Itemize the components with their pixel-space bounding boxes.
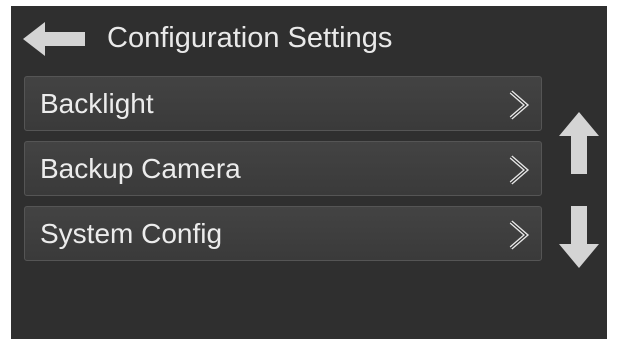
page-title: Configuration Settings xyxy=(107,22,393,54)
menu-item-backlight[interactable]: Backlight xyxy=(24,76,542,131)
arrow-up-icon xyxy=(559,112,599,174)
chevron-right-icon xyxy=(509,220,530,250)
menu-item-label: System Config xyxy=(40,218,223,249)
arrow-left-icon xyxy=(23,22,85,56)
header: Configuration Settings xyxy=(11,6,607,70)
menu-item-label: Backup Camera xyxy=(40,153,241,184)
scroll-up-button[interactable] xyxy=(559,112,599,176)
chevron-right-icon xyxy=(509,155,530,185)
menu-item-backup-camera[interactable]: Backup Camera xyxy=(24,141,542,196)
configuration-screen: Configuration Settings Backlight Backup … xyxy=(11,6,607,339)
menu-item-label: Backlight xyxy=(40,88,154,119)
menu-item-system-config[interactable]: System Config xyxy=(24,206,542,261)
chevron-right-icon xyxy=(509,90,530,120)
scroll-down-button[interactable] xyxy=(559,204,599,268)
settings-menu: Backlight Backup Camera System Config xyxy=(24,76,542,271)
arrow-down-icon xyxy=(559,206,599,268)
back-button[interactable] xyxy=(23,22,87,56)
